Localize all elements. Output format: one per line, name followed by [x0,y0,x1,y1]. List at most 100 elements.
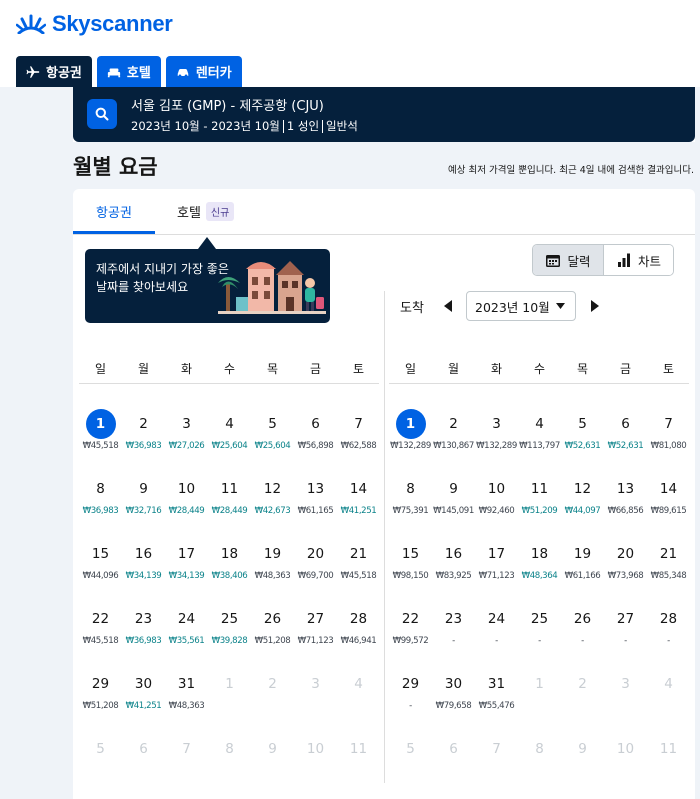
calendar-day-cell[interactable]: 5 ₩25,604 [251,409,294,474]
calendar-day-cell[interactable]: 11 ₩51,209 [518,474,561,539]
day-number: 8 [225,741,234,757]
day-price: ₩79,658 [435,701,472,711]
calendar-day-cell[interactable]: 17 ₩34,139 [165,539,208,604]
day-number: 22 [401,611,420,627]
calendar-day-cell[interactable]: 4 ₩113,797 [518,409,561,474]
chart-view-label: 차트 [637,253,661,269]
calendar-day-cell[interactable]: 13 ₩66,856 [604,474,647,539]
calendar-day-cell: 9 [251,734,294,799]
calendar-day-cell[interactable]: 21 ₩45,518 [337,539,380,604]
calendar-day-cell[interactable]: 4 ₩25,604 [208,409,251,474]
calendar-day-cell[interactable]: 3 ₩132,289 [475,409,518,474]
day-price: ₩38,406 [211,571,248,581]
previous-month-button[interactable] [440,298,456,314]
calendar-day-cell[interactable]: 16 ₩34,139 [122,539,165,604]
tab-hotels[interactable]: 호텔 [96,56,161,87]
calendar-day-cell[interactable]: 2 ₩130,867 [432,409,475,474]
calendar-day-cell[interactable]: 8 ₩75,391 [389,474,432,539]
day-number: 22 [91,611,110,627]
calendar-day-cell[interactable]: 27 - [604,604,647,669]
calendar-day-cell[interactable]: 6 ₩52,631 [604,409,647,474]
calendar-day-cell[interactable]: 23 - [432,604,475,669]
calendar-day-cell[interactable]: 16 ₩83,925 [432,539,475,604]
calendar-day-cell[interactable]: 12 ₩42,673 [251,474,294,539]
calendar-day-cell[interactable]: 9 ₩145,091 [432,474,475,539]
calendar-day-cell[interactable]: 26 ₩51,208 [251,604,294,669]
calendar-day-cell[interactable]: 15 ₩44,096 [79,539,122,604]
calendar-day-cell[interactable]: 6 ₩56,898 [294,409,337,474]
content-tab-hotels[interactable]: 호텔 신규 [177,189,235,234]
calendar-day-cell[interactable]: 11 ₩28,449 [208,474,251,539]
calendar-day-cell[interactable]: 31 ₩48,363 [165,669,208,734]
calendar-day-cell[interactable]: 30 ₩79,658 [432,669,475,734]
calendar-day-cell[interactable]: 27 ₩71,123 [294,604,337,669]
calendar-day-cell[interactable]: 25 - [518,604,561,669]
day-number: 10 [616,741,635,757]
day-number: 4 [225,416,234,432]
search-summary-bar[interactable]: 서울 김포 (GMP) - 제주공항 (CJU) 2023년 10월 - 202… [73,87,695,142]
calendar-day-cell[interactable]: 24 ₩35,561 [165,604,208,669]
calendar-day-cell[interactable]: 22 ₩45,518 [79,604,122,669]
day-price: ₩55,476 [478,701,515,711]
day-price: ₩132,289 [390,441,431,451]
calendar-day-cell[interactable]: 17 ₩71,123 [475,539,518,604]
calendar-view-button[interactable]: 달력 [533,245,603,275]
calendar-day-cell[interactable]: 12 ₩44,097 [561,474,604,539]
arrival-label: 도착 [400,300,424,316]
next-month-button[interactable] [586,298,602,314]
calendar-day-cell[interactable]: 9 ₩32,716 [122,474,165,539]
calendar-day-cell[interactable]: 31 ₩55,476 [475,669,518,734]
calendar-day-cell[interactable]: 25 ₩39,828 [208,604,251,669]
calendar-day-cell[interactable]: 3 ₩27,026 [165,409,208,474]
view-toggle: 달력 차트 [532,244,674,276]
calendar-day-cell[interactable]: 21 ₩85,348 [647,539,690,604]
day-price: ₩25,604 [211,441,248,451]
day-price: - [495,636,498,646]
day-price: ₩85,348 [650,571,687,581]
calendar-day-cell[interactable]: 8 ₩36,983 [79,474,122,539]
search-button[interactable] [87,99,117,129]
calendar-day-cell[interactable]: 26 - [561,604,604,669]
calendar-day-cell: 11 [647,734,690,799]
calendar-day-cell: 8 [208,734,251,799]
calendar-day-cell[interactable]: 22 ₩99,572 [389,604,432,669]
skyscanner-logo[interactable]: Skyscanner [16,10,173,38]
calendar-day-cell[interactable]: 29 - [389,669,432,734]
calendar-day-cell[interactable]: 2 ₩36,983 [122,409,165,474]
calendar-day-cell[interactable]: 1 ₩132,289 [389,409,432,474]
calendar-day-cell[interactable]: 14 ₩89,615 [647,474,690,539]
day-number: 11 [220,481,239,497]
calendar-day-cell[interactable]: 18 ₩38,406 [208,539,251,604]
calendar-day-cell[interactable]: 28 ₩46,941 [337,604,380,669]
calendar-day-cell[interactable]: 20 ₩73,968 [604,539,647,604]
calendar-day-cell[interactable]: 10 ₩28,449 [165,474,208,539]
calendar-day-cell[interactable]: 5 ₩52,631 [561,409,604,474]
calendar-day-cell[interactable]: 15 ₩98,150 [389,539,432,604]
calendar-day-cell[interactable]: 28 - [647,604,690,669]
calendar-day-cell[interactable]: 20 ₩69,700 [294,539,337,604]
day-price: ₩56,898 [297,441,334,451]
calendar-day-cell[interactable]: 19 ₩48,363 [251,539,294,604]
calendar-day-cell[interactable]: 24 - [475,604,518,669]
day-price: ₩48,364 [521,571,558,581]
jeju-tip-tooltip: 제주에서 지내기 가장 좋은 날짜를 찾아보세요 [85,249,330,323]
calendar-day-cell[interactable]: 7 ₩81,080 [647,409,690,474]
tab-flights[interactable]: 항공권 [16,56,92,87]
calendar-day-cell[interactable]: 7 ₩62,588 [337,409,380,474]
day-number: 31 [177,676,196,692]
calendar-day-cell[interactable]: 1 ₩45,518 [79,409,122,474]
calendar-day-cell[interactable]: 30 ₩41,251 [122,669,165,734]
month-dropdown[interactable]: 2023년 10월 [466,291,576,321]
calendar-day-cell[interactable]: 18 ₩48,364 [518,539,561,604]
day-number: 20 [306,546,325,562]
calendar-day-cell[interactable]: 13 ₩61,165 [294,474,337,539]
chart-view-button[interactable]: 차트 [603,245,673,275]
tab-car-hire[interactable]: 렌터카 [165,56,242,87]
calendar-day-cell[interactable]: 10 ₩92,460 [475,474,518,539]
tab-divider [73,234,695,235]
calendar-day-cell[interactable]: 23 ₩36,983 [122,604,165,669]
calendar-day-cell[interactable]: 14 ₩41,251 [337,474,380,539]
content-tab-flights[interactable]: 항공권 [73,189,155,234]
calendar-day-cell[interactable]: 29 ₩51,208 [79,669,122,734]
calendar-day-cell[interactable]: 19 ₩61,166 [561,539,604,604]
